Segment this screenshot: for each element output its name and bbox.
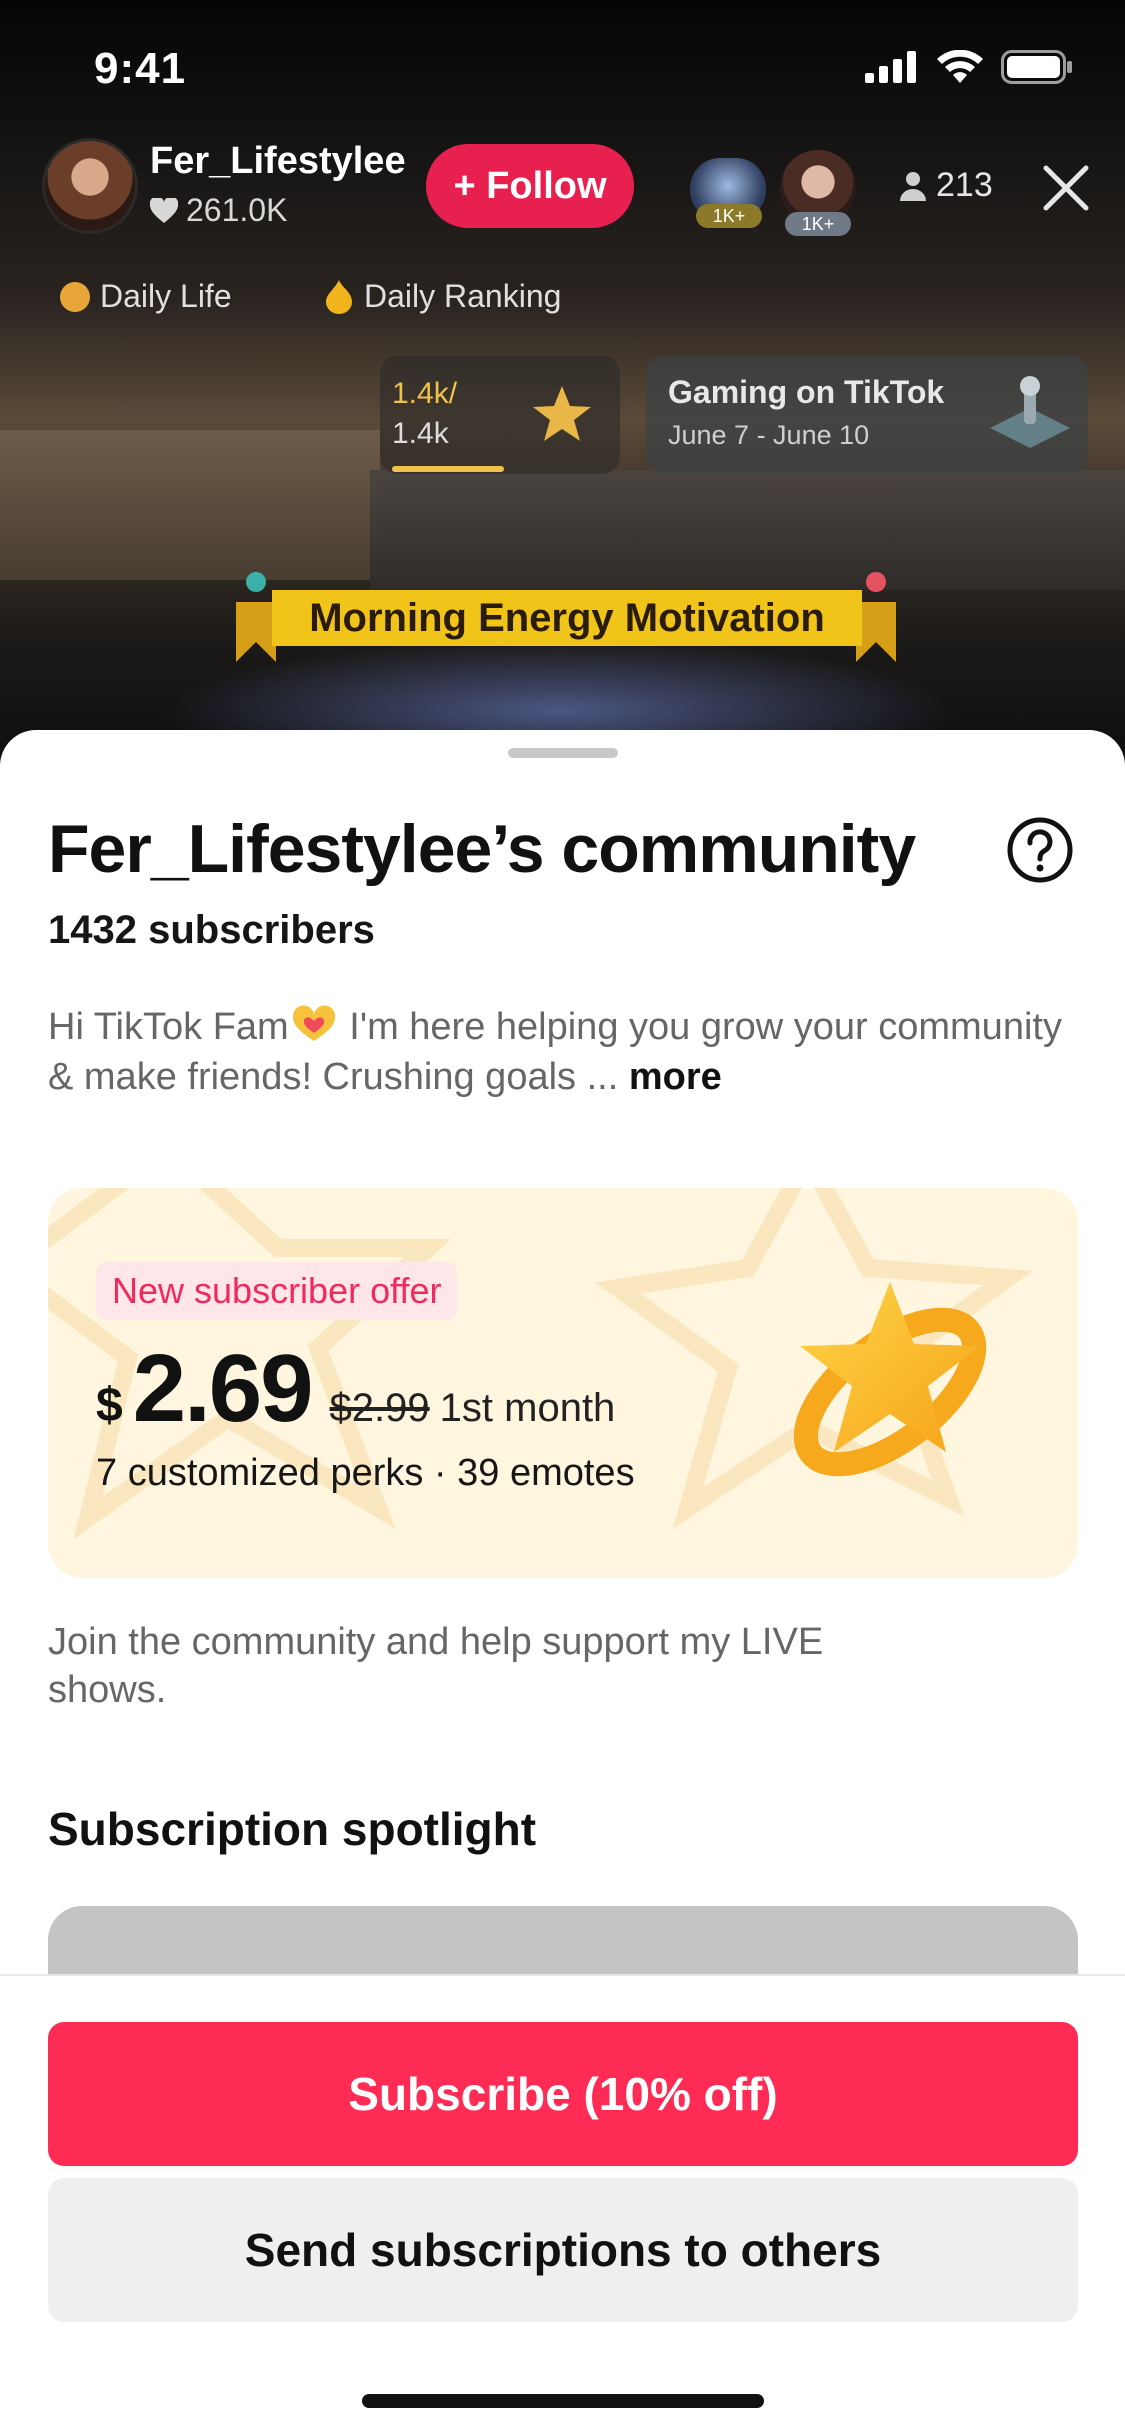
controller-icon [990,376,1070,448]
likes-count: 261.0K [186,192,288,228]
star-orbit-icon [793,1282,987,1477]
sheet-grabber[interactable] [508,748,618,758]
price-period: 1st month [439,1386,616,1430]
banner-title: Morning Energy Motivation [272,590,862,646]
top-viewer-avatar[interactable]: 1K+ [780,150,856,236]
help-icon[interactable] [1006,816,1074,884]
community-bio: Hi TikTok Fam I'm here helping you grow … [48,1002,1088,1102]
subscriber-count: 1432 subscribers [48,908,375,952]
battery-icon [1001,50,1072,84]
ranking-progress: 1.4k/ 1.4k [392,374,457,454]
bio-text: Hi TikTok Fam [48,1006,289,1048]
tag-label: Daily Ranking [364,278,562,314]
event-dates: June 7 - June 10 [668,420,870,450]
signal-icon [865,51,916,83]
background-plank [0,430,380,580]
top-viewer-avatar[interactable]: 1K+ [690,158,766,228]
community-title: Fer_Lifestylee’s community [48,811,916,887]
viewer-count[interactable]: 213 [900,166,993,205]
viewer-badge: 1K+ [785,212,851,236]
viewer-badge: 1K+ [696,204,762,228]
subscribe-button[interactable]: Subscribe (10% off) [48,2022,1078,2166]
host-likes: 261.0K [150,192,287,229]
more-link[interactable]: more [629,1056,722,1098]
tag-daily-life[interactable]: Daily Life [60,278,232,315]
price-row: $ 2.69 $2.99 1st month [96,1334,615,1444]
host-avatar[interactable] [42,138,138,234]
ranking-current: 1.4k/ [392,377,458,410]
host-name[interactable]: Fer_Lifestylee [150,140,406,183]
flame-icon [326,279,352,314]
hands-heart-emoji [292,1005,335,1041]
follow-button[interactable]: + Follow [426,144,634,228]
status-icons [865,50,1073,84]
offer-badge: New subscriber offer [96,1262,458,1320]
price-amount: 2.69 [132,1335,314,1442]
home-indicator [362,2394,764,2408]
close-icon[interactable] [1040,162,1092,214]
heart-icon [150,197,178,223]
person-icon [900,171,926,201]
old-price: $2.99 [329,1386,430,1430]
wifi-icon [937,50,983,83]
star-icon [533,386,591,441]
ranking-total: 1.4k [392,417,449,450]
send-subscriptions-button[interactable]: Send subscriptions to others [48,2178,1078,2322]
tag-daily-ranking[interactable]: Daily Ranking [324,278,561,315]
tag-label: Daily Life [100,278,232,314]
perks-summary: 7 customized perks · 39 emotes [96,1452,635,1494]
hashtag-icon [60,281,90,312]
event-title: Gaming on TikTok [668,374,945,410]
spotlight-title: Subscription spotlight [48,1803,537,1855]
community-sheet: Fer_Lifestylee’s community 1432 subscrib… [0,730,1125,2436]
status-time: 9:41 [94,44,187,93]
join-description: Join the community and help support my L… [48,1621,824,1711]
viewer-count-text: 213 [936,166,993,204]
price-currency: $ [96,1379,123,1432]
ranking-progress-bar [392,466,504,472]
